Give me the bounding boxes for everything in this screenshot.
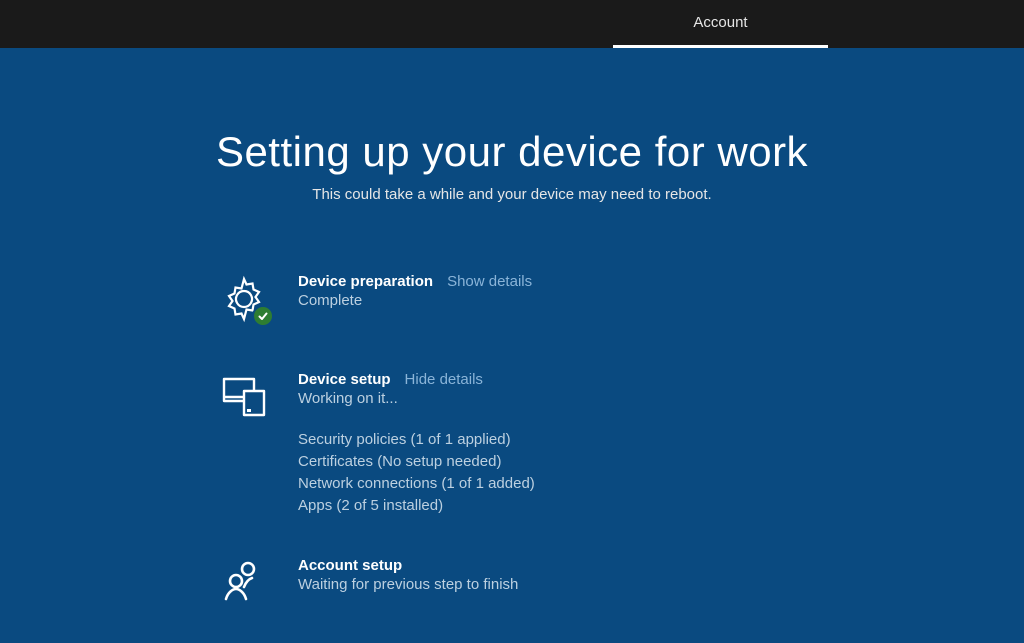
step-title: Device setup [298, 371, 391, 388]
tab-account[interactable]: Account [613, 0, 828, 48]
detail-network: Network connections (1 of 1 added) [298, 473, 984, 495]
step-details: Security policies (1 of 1 applied) Certi… [298, 429, 984, 517]
step-body: Device setup Hide details Working on it.… [298, 371, 984, 517]
step-account-setup: Account setup Waiting for previous step … [218, 557, 984, 603]
hide-details-link[interactable]: Hide details [405, 371, 483, 388]
devices-icon [218, 371, 270, 421]
top-bar: Account [0, 0, 1024, 48]
show-details-link[interactable]: Show details [447, 273, 532, 290]
check-success-icon [252, 305, 274, 327]
step-status: Waiting for previous step to finish [298, 576, 984, 593]
step-title: Device preparation [298, 273, 433, 290]
step-body: Device preparation Show details Complete [298, 273, 984, 331]
step-status: Complete [298, 292, 984, 309]
detail-apps: Apps (2 of 5 installed) [298, 495, 984, 517]
detail-certificates: Certificates (No setup needed) [298, 451, 984, 473]
main-content: Setting up your device for work This cou… [0, 48, 1024, 603]
step-status: Working on it... [298, 390, 984, 407]
page-subtitle: This could take a while and your device … [0, 186, 1024, 203]
page-title: Setting up your device for work [0, 128, 1024, 176]
step-header: Device preparation Show details [298, 273, 984, 290]
tab-account-label: Account [693, 14, 747, 31]
step-title: Account setup [298, 557, 402, 574]
steps-list: Device preparation Show details Complete… [0, 273, 1024, 603]
people-icon [218, 557, 270, 603]
detail-security: Security policies (1 of 1 applied) [298, 429, 984, 451]
gear-icon [218, 273, 270, 323]
step-body: Account setup Waiting for previous step … [298, 557, 984, 593]
step-header: Device setup Hide details [298, 371, 984, 388]
step-device-preparation: Device preparation Show details Complete [218, 273, 984, 331]
step-device-setup: Device setup Hide details Working on it.… [218, 371, 984, 517]
step-header: Account setup [298, 557, 984, 574]
